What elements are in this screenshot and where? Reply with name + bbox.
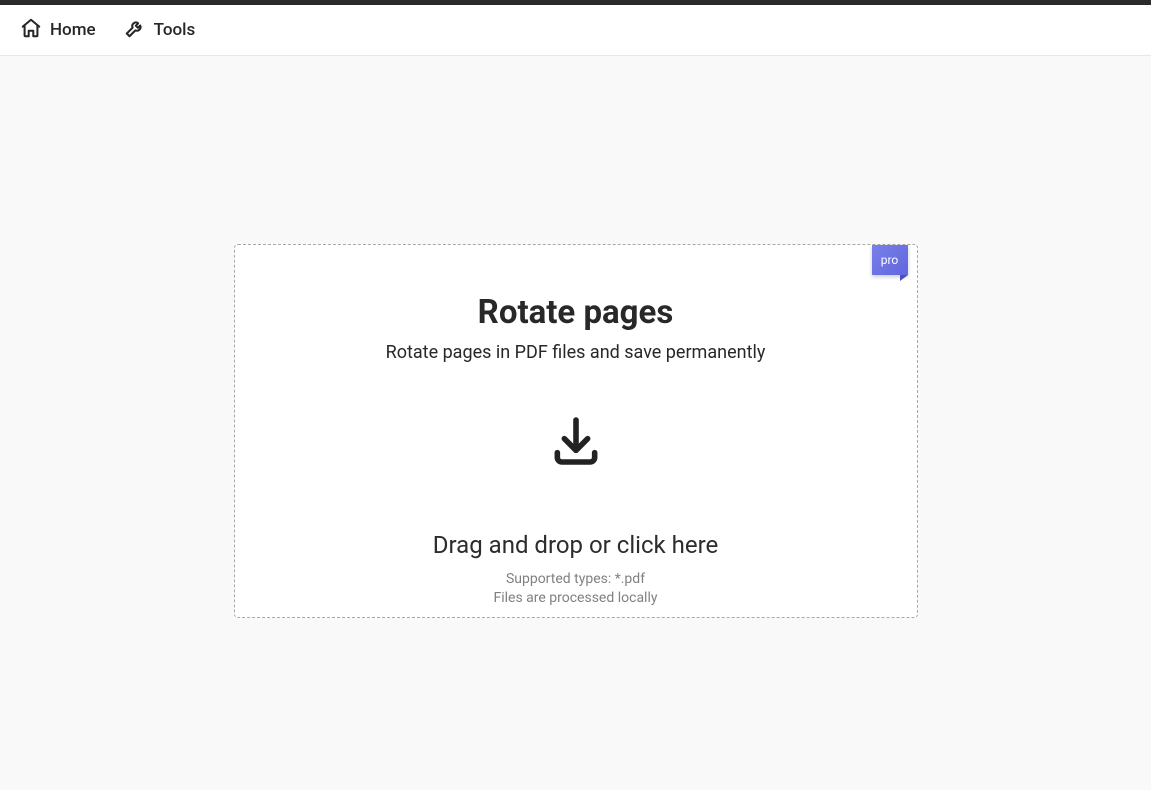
- nav-home[interactable]: Home: [20, 17, 96, 44]
- supported-types-text: Supported types: *.pdf: [506, 571, 645, 587]
- page-subtitle: Rotate pages in PDF files and save perma…: [386, 342, 766, 363]
- page-title: Rotate pages: [478, 293, 674, 332]
- navbar: Home Tools: [0, 5, 1151, 56]
- nav-tools-label: Tools: [154, 20, 196, 40]
- local-processing-text: Files are processed locally: [493, 590, 657, 606]
- dropzone-cta: Drag and drop or click here: [433, 531, 719, 559]
- pro-ribbon: pro: [872, 245, 908, 275]
- download-icon: [548, 413, 604, 473]
- main-content: pro Rotate pages Rotate pages in PDF fil…: [0, 56, 1151, 618]
- tools-icon: [124, 17, 146, 44]
- nav-tools[interactable]: Tools: [124, 17, 196, 44]
- nav-home-label: Home: [50, 20, 96, 40]
- file-dropzone[interactable]: pro Rotate pages Rotate pages in PDF fil…: [234, 244, 918, 618]
- pro-badge-label: pro: [881, 253, 899, 267]
- home-icon: [20, 17, 42, 44]
- pro-badge: pro: [871, 245, 909, 279]
